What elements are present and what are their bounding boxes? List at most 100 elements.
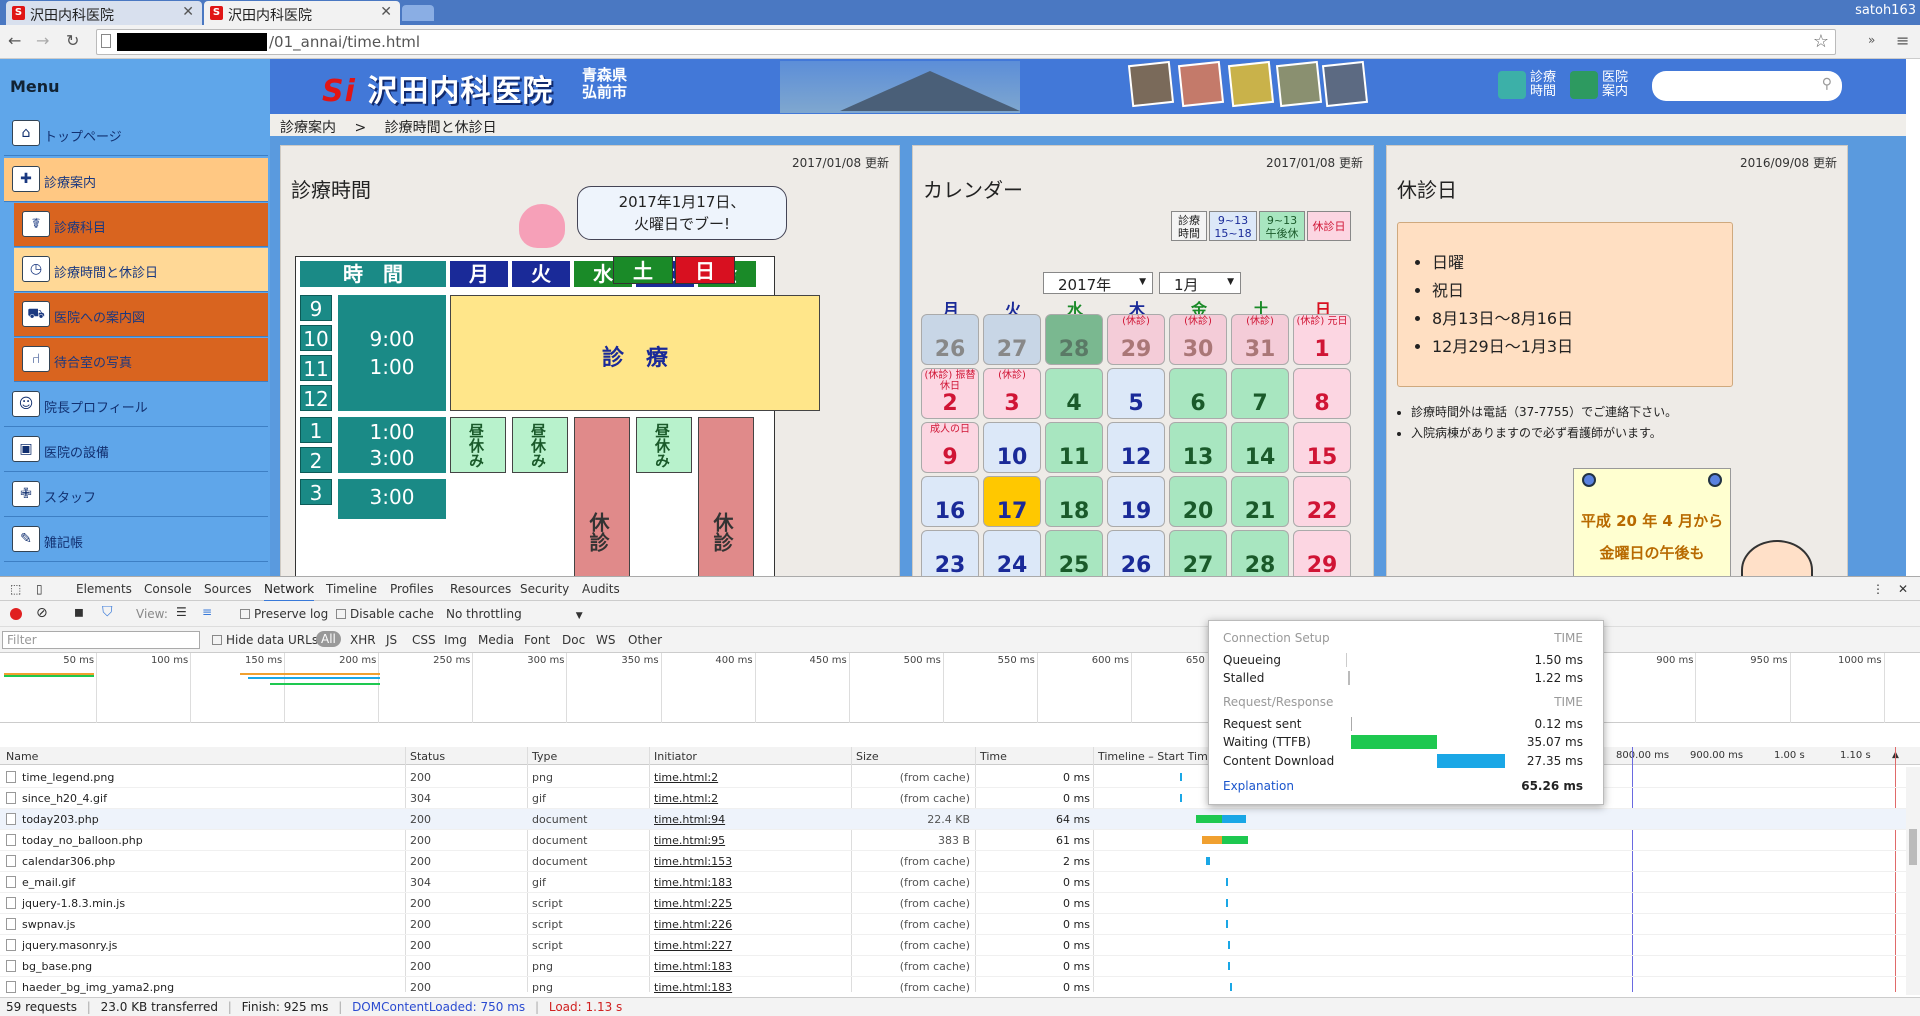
new-tab-button[interactable] — [402, 5, 434, 21]
profile-name[interactable]: satoh163 — [1855, 3, 1916, 18]
tab-timeline[interactable]: Timeline — [326, 582, 377, 596]
sidebar-item-waiting-room[interactable]: ⑁ 待合室の写真 — [14, 338, 268, 382]
sidebar-item-clinic-info[interactable]: ✚ 診療案内 — [4, 158, 268, 202]
forward-icon[interactable]: → — [36, 31, 49, 50]
type-filter-other[interactable]: Other — [628, 633, 662, 647]
request-initiator[interactable]: time.html:183 — [654, 876, 732, 889]
sidebar-item-map[interactable]: ⛟ 医院への案内図 — [14, 293, 268, 337]
preserve-log-checkbox[interactable] — [240, 609, 250, 619]
request-initiator[interactable]: time.html:153 — [654, 855, 732, 868]
table-row[interactable]: haeder_bg_img_yama2.png 200 png time.html:1… — [0, 977, 1920, 998]
close-tab-icon[interactable]: ✕ — [380, 4, 392, 20]
table-row[interactable]: today203.php 200 document time.html:94 22.4 … — [0, 809, 1920, 830]
request-initiator[interactable]: time.html:2 — [654, 792, 718, 805]
sidebar-item-departments[interactable]: ☤ 診療科目 — [14, 203, 268, 247]
extensions-overflow-icon[interactable]: » — [1868, 33, 1875, 47]
request-sent-label: Request sent — [1223, 717, 1302, 731]
breadcrumb-parent-link[interactable]: 診療案内 — [280, 120, 336, 136]
info-button[interactable]: 医院 案内 — [1570, 71, 1628, 99]
table-row[interactable]: e_mail.gif 304 gif time.html:183 (from cache… — [0, 872, 1920, 893]
type-filter-img[interactable]: Img — [444, 633, 467, 647]
tab-elements[interactable]: Elements — [76, 582, 132, 596]
header-day: 火 — [512, 261, 570, 287]
col-type[interactable]: Type — [532, 750, 557, 763]
col-time[interactable]: Time — [980, 750, 1007, 763]
address-bar[interactable]: /01_annai/time.html ☆ — [96, 29, 1836, 55]
type-filter-all[interactable]: All — [316, 631, 341, 647]
table-row[interactable]: time_legend.png 200 png time.html:2 (from ca… — [0, 767, 1920, 788]
close-devtools-icon[interactable]: ✕ — [1898, 582, 1908, 596]
request-initiator[interactable]: time.html:227 — [654, 939, 732, 952]
explanation-link[interactable]: Explanation — [1223, 779, 1294, 793]
request-initiator[interactable]: time.html:2 — [654, 771, 718, 784]
sidebar-item-top[interactable]: ⌂ トップページ — [4, 112, 268, 156]
month-select[interactable]: 1月 ▼ — [1159, 272, 1241, 294]
table-scrollbar-thumb[interactable] — [1909, 829, 1917, 865]
col-name[interactable]: Name — [6, 750, 38, 763]
type-filter-doc[interactable]: Doc — [562, 633, 585, 647]
request-initiator[interactable]: time.html:225 — [654, 897, 732, 910]
col-size[interactable]: Size — [856, 750, 879, 763]
table-row[interactable]: bg_base.png 200 png time.html:183 (from cach… — [0, 956, 1920, 977]
request-initiator[interactable]: time.html:94 — [654, 813, 725, 826]
tab-network[interactable]: Network — [264, 582, 315, 602]
table-row[interactable]: jquery-1.8.3.min.js 200 script time.html:22… — [0, 893, 1920, 914]
table-row[interactable]: jquery.masonry.js 200 script time.html:227 (… — [0, 935, 1920, 956]
record-icon[interactable] — [10, 608, 22, 620]
col-initiator[interactable]: Initiator — [654, 750, 697, 763]
sidebar-item-staff[interactable]: ✙ スタッフ — [4, 473, 268, 517]
more-options-icon[interactable]: ⋮ — [1872, 582, 1884, 596]
col-timeline[interactable]: Timeline – Start Time — [1098, 750, 1215, 763]
menu-icon[interactable]: ≡ — [1896, 31, 1909, 50]
site-search-input[interactable]: ⚲ — [1652, 71, 1842, 101]
site-logo[interactable]: Si 沢田内科医院 — [322, 66, 553, 110]
request-initiator[interactable]: time.html:183 — [654, 960, 732, 973]
browser-tab-active[interactable]: S 沢田内科医院 ✕ — [204, 1, 400, 25]
request-initiator[interactable]: time.html:226 — [654, 918, 732, 931]
type-filter-xhr[interactable]: XHR — [350, 633, 376, 647]
inspect-icon[interactable]: ⬚ — [10, 582, 21, 596]
year-select[interactable]: 2017年 ▼ — [1043, 272, 1153, 294]
request-initiator[interactable]: time.html:183 — [654, 981, 732, 994]
table-scrollbar[interactable] — [1906, 767, 1920, 995]
type-filter-ws[interactable]: WS — [596, 633, 615, 647]
sidebar-item-hours[interactable]: ◷ 診療時間と休診日 — [14, 248, 268, 292]
type-filter-media[interactable]: Media — [478, 633, 514, 647]
close-tab-icon[interactable]: ✕ — [182, 4, 194, 20]
col-status[interactable]: Status — [410, 750, 445, 763]
filter-input[interactable]: Filter — [2, 631, 200, 649]
table-row[interactable]: swpnav.js 200 script time.html:226 (from cac… — [0, 914, 1920, 935]
table-row[interactable]: since_h20_4.gif 304 gif time.html:2 (from ca… — [0, 788, 1920, 809]
time-to: 3:00 — [369, 446, 415, 470]
sidebar-item-profile[interactable]: ☺ 院長プロフィール — [4, 383, 268, 427]
tab-sources[interactable]: Sources — [204, 582, 251, 596]
hide-data-urls-checkbox[interactable] — [212, 635, 222, 645]
sidebar-item-equipment[interactable]: ▣ 医院の設備 — [4, 428, 268, 472]
tab-console[interactable]: Console — [144, 582, 192, 596]
throttling-select[interactable]: No throttling ▼ — [446, 607, 583, 621]
reload-icon[interactable]: ↻ — [66, 31, 79, 50]
table-row[interactable]: today_no_balloon.php 200 document time.html… — [0, 830, 1920, 851]
back-icon[interactable]: ← — [8, 31, 21, 50]
sidebar-item-notebook[interactable]: ✎ 雑記帳 — [4, 518, 268, 562]
tab-audits[interactable]: Audits — [582, 582, 620, 596]
disable-cache-checkbox[interactable] — [336, 609, 346, 619]
hours-button[interactable]: 診療 時間 — [1498, 71, 1556, 99]
tab-security[interactable]: Security — [520, 582, 569, 596]
type-filter-font[interactable]: Font — [524, 633, 550, 647]
waterfall-view-icon[interactable]: ≡ — [202, 605, 212, 619]
tab-resources[interactable]: Resources — [450, 582, 511, 596]
camera-icon[interactable]: ◼ — [74, 605, 84, 619]
device-mode-icon[interactable]: ▯ — [36, 582, 43, 596]
list-view-icon[interactable]: ☰ — [176, 605, 187, 619]
type-filter-js[interactable]: JS — [386, 633, 397, 647]
filter-icon[interactable]: ⛉ — [102, 604, 113, 620]
clear-icon[interactable]: ⊘ — [36, 605, 48, 621]
search-icon[interactable]: ⚲ — [1822, 76, 1832, 92]
browser-tab[interactable]: S 沢田内科医院 ✕ — [6, 1, 202, 25]
bookmark-star-icon[interactable]: ☆ — [1813, 31, 1829, 52]
request-initiator[interactable]: time.html:95 — [654, 834, 725, 847]
table-row[interactable]: calendar306.php 200 document time.html:153 (… — [0, 851, 1920, 872]
type-filter-css[interactable]: CSS — [412, 633, 436, 647]
tab-profiles[interactable]: Profiles — [390, 582, 434, 596]
